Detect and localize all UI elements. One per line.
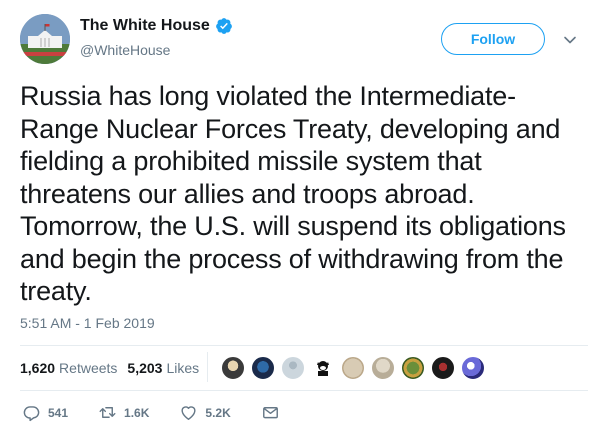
- liker-avatar[interactable]: [460, 355, 486, 381]
- liker-avatar[interactable]: [220, 355, 246, 381]
- name-row: The White House: [80, 17, 233, 35]
- cartoon-cat-icon: [317, 361, 329, 376]
- reply-button[interactable]: 541: [22, 403, 68, 422]
- reply-icon: [23, 406, 40, 422]
- engagement-stats: 1,620 Retweets 5,203 Likes: [20, 360, 209, 376]
- retweets-count: 1,620: [20, 360, 56, 376]
- retweet-count: 1.6K: [124, 405, 150, 420]
- profile-avatar[interactable]: [20, 14, 70, 64]
- retweets-label: Retweets: [59, 360, 118, 376]
- tweet-timestamp[interactable]: 5:51 AM - 1 Feb 2019: [20, 315, 155, 331]
- tweet-card: The White House @WhiteHouse Follow Russi…: [0, 0, 608, 448]
- tweet-actions: 541 1.6K 5.2K: [22, 403, 317, 422]
- retweet-icon: [99, 407, 116, 418]
- like-count: 5.2K: [205, 405, 231, 420]
- liker-avatar[interactable]: [430, 355, 456, 381]
- envelope-icon: [262, 407, 278, 419]
- like-button[interactable]: 5.2K: [179, 403, 231, 422]
- follow-button[interactable]: Follow: [441, 23, 545, 55]
- liker-avatar[interactable]: [310, 355, 336, 381]
- direct-message-button[interactable]: [261, 403, 287, 422]
- liker-avatars: [220, 355, 490, 381]
- user-handle[interactable]: @WhiteHouse: [80, 42, 170, 58]
- divider: [20, 345, 588, 346]
- liker-avatar[interactable]: [400, 355, 426, 381]
- tweet-text: Russia has long violated the Intermediat…: [20, 81, 566, 306]
- liker-avatar[interactable]: [250, 355, 276, 381]
- retweet-button[interactable]: 1.6K: [98, 403, 149, 422]
- likes-stat[interactable]: 5,203 Likes: [127, 360, 199, 376]
- divider: [20, 390, 588, 391]
- chevron-down-icon[interactable]: [562, 32, 578, 48]
- reply-count: 541: [48, 405, 69, 420]
- liker-avatar[interactable]: [340, 355, 366, 381]
- white-house-icon: [20, 14, 70, 64]
- liker-avatar[interactable]: [370, 355, 396, 381]
- likes-count: 5,203: [127, 360, 163, 376]
- retweets-stat[interactable]: 1,620 Retweets: [20, 360, 117, 376]
- liker-avatar[interactable]: [280, 355, 306, 381]
- display-name[interactable]: The White House: [80, 17, 210, 35]
- heart-icon: [181, 406, 196, 420]
- likes-label: Likes: [166, 360, 200, 376]
- stats-separator: [207, 352, 208, 382]
- verified-badge-icon: [215, 18, 232, 34]
